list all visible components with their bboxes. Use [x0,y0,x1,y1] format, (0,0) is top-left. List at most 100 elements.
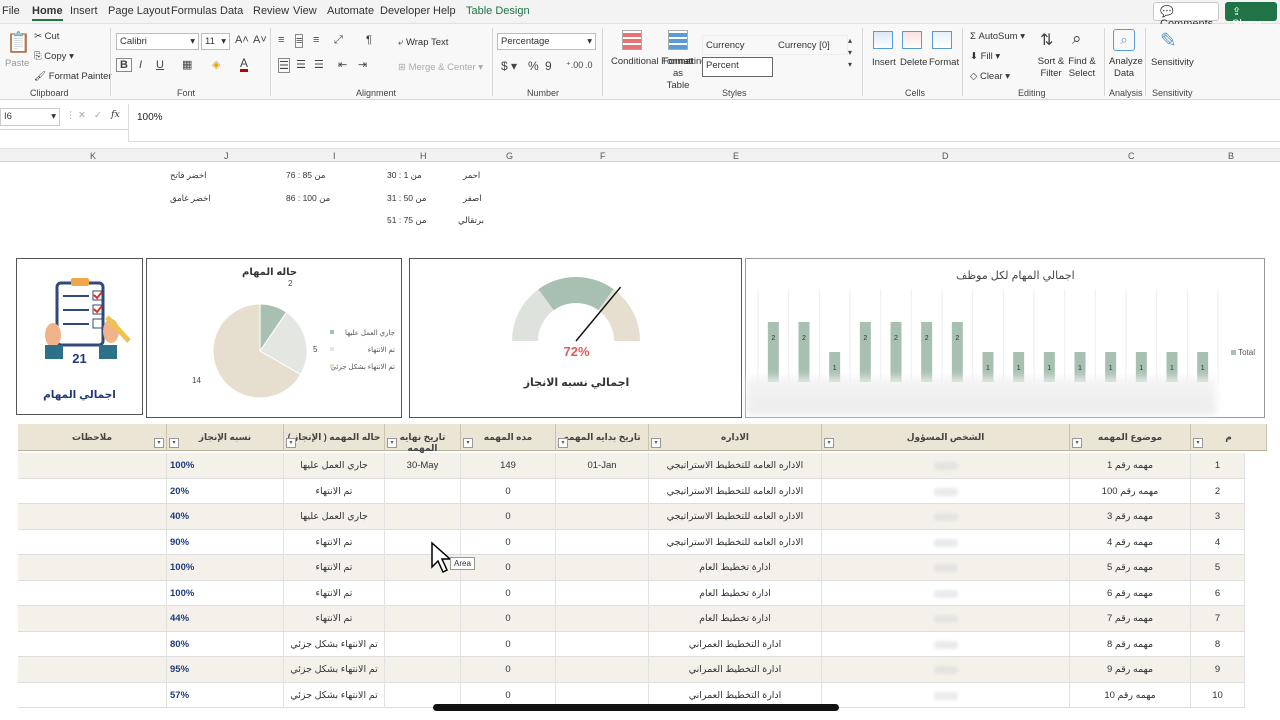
align-middle-icon[interactable]: ≡ [295,34,304,48]
cell-subject[interactable]: مهمه رقم 10 [1070,682,1191,708]
cell-duration[interactable]: 0 [461,504,556,529]
cell-subject[interactable]: مهمه رقم 100 [1070,478,1191,504]
cell-notes[interactable] [18,453,167,478]
cell-person[interactable] [822,453,1070,478]
column-header-e[interactable]: E [733,151,739,161]
header-duration[interactable]: مده المهمه ▾ [461,424,556,451]
cell-duration[interactable]: 0 [461,555,556,580]
underline-icon[interactable]: U [156,59,164,71]
cell-subject[interactable]: مهمه رقم 6 [1070,580,1191,606]
cell-status[interactable]: تم الانتهاء [284,529,385,555]
cell-start[interactable] [556,478,649,504]
cell-pct[interactable]: 57% [167,682,284,708]
total-tasks-card[interactable]: 21 اجمالي المهام [16,258,143,415]
cell-notes[interactable] [18,631,167,657]
filter-dropdown-icon[interactable]: ▾ [1072,438,1082,448]
column-header-d[interactable]: D [942,151,949,161]
sensitivity-icon[interactable]: ✎ [1160,28,1177,53]
tab-table-design[interactable]: Table Design [466,5,530,17]
cell-person[interactable] [822,580,1070,606]
cell-pct[interactable]: 20% [167,478,284,504]
paste-icon[interactable]: 📋 [6,30,31,55]
tab-review[interactable]: Review [253,5,289,17]
tab-formulas[interactable]: Formulas [171,5,217,17]
tab-insert[interactable]: Insert [70,5,98,17]
column-header-g[interactable]: G [506,151,513,161]
bar[interactable] [890,322,902,382]
cell-status[interactable]: تم الانتهاء بشكل جزئي [284,631,385,657]
cell-dept[interactable]: الاداره العامه للتخطيط الاستراتيجي [649,453,822,478]
header-department[interactable]: الاداره ▾ [649,424,822,451]
table-row[interactable]: 44% تم الانتهاء 0 ادارة تخطيط العام مهمه رقم… [18,606,1245,632]
filter-dropdown-icon[interactable]: ▾ [463,438,473,448]
cell-dept[interactable]: الاداره العامه للتخطيط الاستراتيجي [649,529,822,555]
completion-gauge-card[interactable]: 72% اجمالي نسبه الانجاز [409,258,742,418]
cell-person[interactable] [822,631,1070,657]
tab-developer[interactable]: Developer [380,5,430,17]
cell-duration[interactable]: 0 [461,478,556,504]
cell-person[interactable] [822,606,1070,631]
cell-start[interactable] [556,631,649,657]
bar[interactable] [859,322,871,382]
align-top-icon[interactable]: ≡ [278,34,284,46]
cancel-icon[interactable]: ✕ [78,110,86,121]
header-end-date[interactable]: تاريخ نهايه المهمه ▾ [385,424,461,453]
cell-pct[interactable]: 100% [167,580,284,606]
cell-num[interactable]: 10 [1191,682,1245,708]
delete-cells-button[interactable]: Delete [900,57,927,68]
find-select-button[interactable]: Find & Select [1066,56,1098,80]
format-as-table-button[interactable]: Format as Table [661,56,695,92]
table-row[interactable]: 80% تم الانتهاء بشكل جزئي 0 ادارة التخطيط ا… [18,631,1245,657]
insert-cells-button[interactable]: Insert [872,57,896,68]
column-header-c[interactable]: C [1128,151,1135,161]
increase-font-icon[interactable]: A˄ [235,34,249,46]
clear-button[interactable]: ◇ Clear ▾ [970,71,1010,82]
filter-dropdown-icon[interactable]: ▾ [824,438,834,448]
fx-icon[interactable]: fx [111,109,120,120]
cell-pct[interactable]: 44% [167,606,284,631]
cell-pct[interactable]: 40% [167,504,284,529]
cell-status[interactable]: جاري العمل عليها [284,504,385,529]
filter-dropdown-icon[interactable]: ▾ [286,438,296,448]
cell-num[interactable]: 7 [1191,606,1245,631]
cell-dept[interactable]: ادارة تخطيط العام [649,580,822,606]
cell-subject[interactable]: مهمه رقم 8 [1070,631,1191,657]
cell-notes[interactable] [18,657,167,682]
cell-num[interactable]: 2 [1191,478,1245,504]
cell-pct[interactable]: 80% [167,631,284,657]
cell-notes[interactable] [18,478,167,504]
autosum-button[interactable]: Σ AutoSum ▾ [970,31,1025,42]
style-currency[interactable]: Currency [706,40,745,51]
header-subject[interactable]: موضوع المهمه ▾ [1070,424,1191,451]
align-bottom-icon[interactable]: ≡ [313,34,319,46]
bold-icon[interactable]: B [116,58,132,72]
name-box[interactable]: I6 ▾ [0,108,60,126]
cell-duration[interactable]: 0 [461,606,556,631]
format-painter-button[interactable]: 🖌 Format Painter [34,71,112,82]
header-num[interactable]: م ▾ [1191,424,1267,451]
copy-button[interactable]: ⎘ Copy ▾ [34,51,74,62]
merge-center-button[interactable]: ⊞ Merge & Center ▾ [398,62,483,73]
filter-dropdown-icon[interactable]: ▾ [169,438,179,448]
cell-pct[interactable]: 95% [167,657,284,682]
column-header-b[interactable]: B [1228,151,1234,161]
header-pct[interactable]: نسبه الإنجاز ▾ [167,424,284,451]
task-status-pie-chart[interactable]: حاله المهام 2 جاري العمل عليها 5 تم الانتها… [146,258,402,418]
cell-start[interactable] [556,580,649,606]
style-currency0[interactable]: Currency [0] [778,40,830,51]
cell-notes[interactable] [18,529,167,555]
column-header-k[interactable]: K [90,151,96,161]
cell-start[interactable] [556,555,649,580]
table-row[interactable]: 90% تم الانتهاء 0 الاداره العامه للتخطيط ال… [18,529,1245,555]
cell-start[interactable] [556,529,649,555]
cell-end[interactable] [385,606,461,631]
borders-icon[interactable]: ▦ [182,58,192,71]
cell-subject[interactable]: مهمه رقم 5 [1070,555,1191,580]
cell-status[interactable]: تم الانتهاء [284,580,385,606]
cell-dept[interactable]: ادارة التخطيط العمراني [649,657,822,682]
cell-person[interactable] [822,478,1070,504]
table-row[interactable]: 100% جاري العمل عليها 30-May 149 01-Jan الادا… [18,453,1245,479]
font-size-select[interactable]: 11 ▾ [201,33,230,50]
cell-subject[interactable]: مهمه رقم 9 [1070,657,1191,682]
cell-end[interactable]: 30-May [385,453,461,478]
